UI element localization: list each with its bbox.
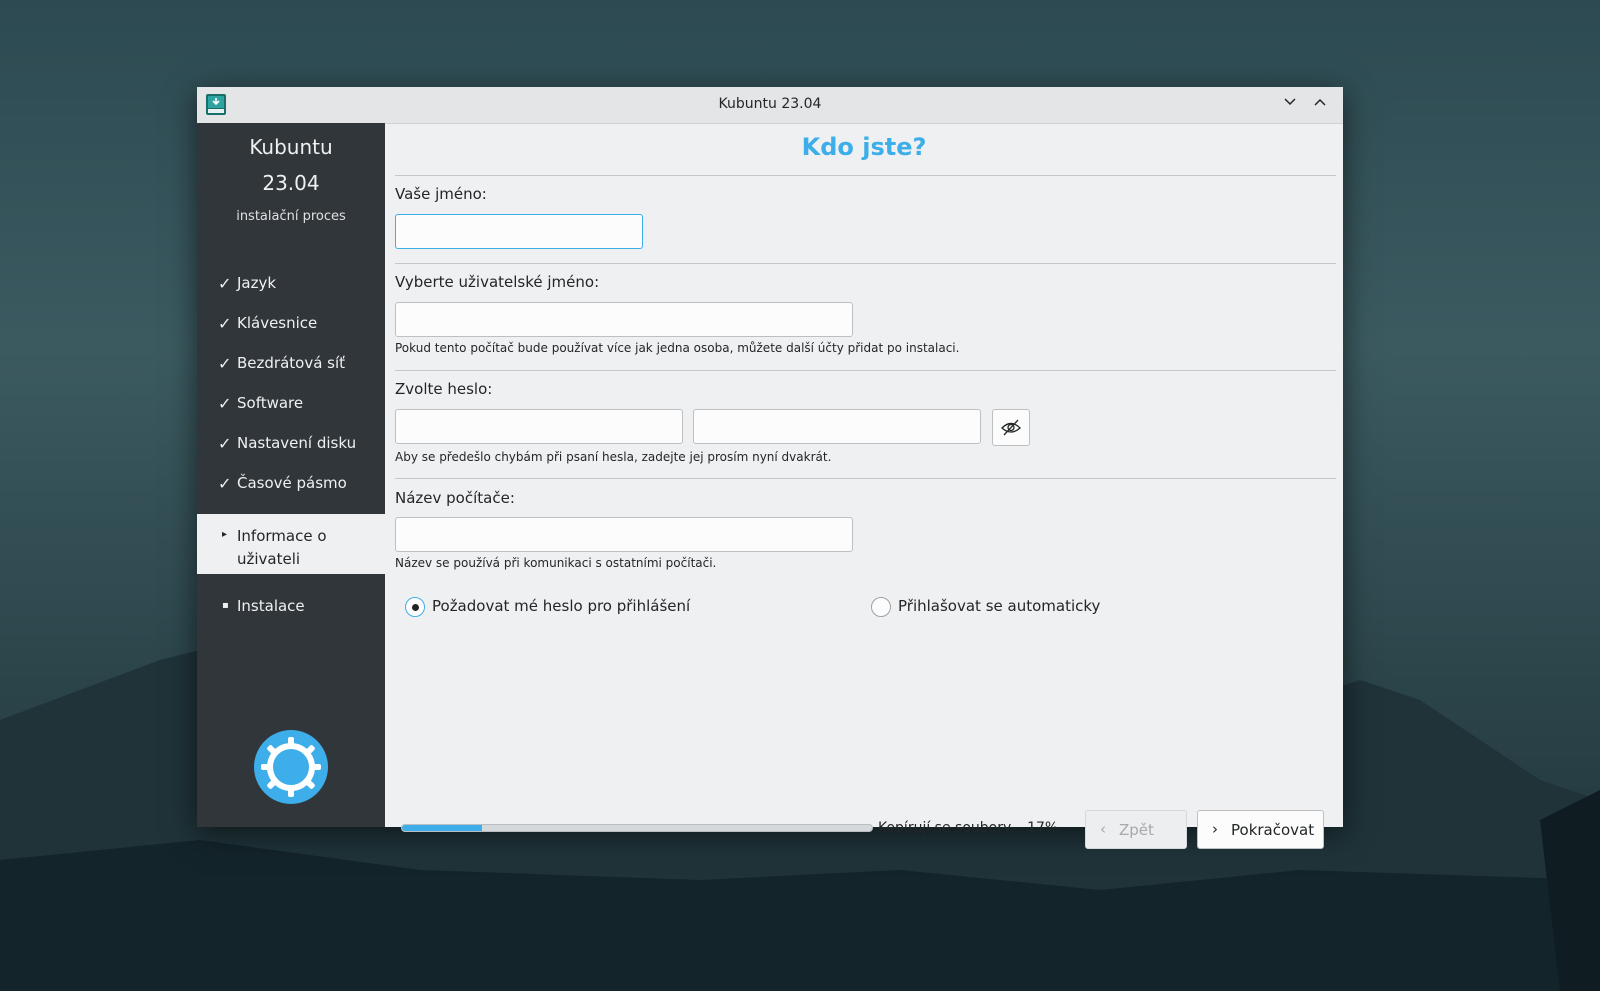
name-label: Vaše jméno: [395,185,487,203]
step-label: Instalace [237,597,305,615]
username-field[interactable] [395,302,853,337]
check-icon: ✓ [218,354,232,373]
password-confirm-field[interactable] [693,409,981,444]
divider [395,370,1336,371]
back-button-label: Zpět [1119,821,1154,839]
hostname-hint: Název se používá při komunikaci s ostatn… [395,556,717,570]
installer-window: Kubuntu 23.04 Kubuntu 23.04 instalační p… [197,87,1343,849]
check-icon: ✓ [218,394,232,413]
step-label: Nastavení disku [237,434,357,452]
password-label: Zvolte heslo: [395,380,493,398]
sidebar-version: 23.04 [262,171,320,195]
page-heading: Kdo jste? [801,133,927,161]
step-label: Jazyk [237,274,277,292]
hostname-label: Název počítače: [395,489,515,507]
sidebar-subtitle: instalační proces [236,209,346,224]
chevron-down-icon [1284,98,1296,106]
step-klavesnice: ✓ Klávesnice [197,304,385,344]
check-icon: ✓ [218,274,232,293]
step-instalace: ▪ Instalace [197,587,385,627]
divider [395,175,1336,176]
auto-login-radio[interactable] [871,597,891,617]
password-confirm-input[interactable] [694,410,980,443]
back-button[interactable]: ‹ Zpět [1085,810,1187,849]
check-icon: ✓ [218,434,232,453]
kubuntu-logo [254,730,328,804]
show-password-button[interactable] [992,409,1030,446]
step-nastaveni-disku: ✓ Nastavení disku [197,424,385,464]
chevron-left-icon: ‹ [1100,820,1106,838]
progress-sidebar: Kubuntu 23.04 instalační proces ✓ Jazyk … [197,123,385,827]
continue-button[interactable]: › Pokračovat [1197,810,1324,849]
step-label: Časové pásmo [237,474,347,492]
step-jazyk: ✓ Jazyk [197,264,385,304]
auto-login-label[interactable]: Přihlašovat se automaticky [898,597,1100,615]
minimize-button[interactable] [1280,95,1300,115]
bullet-icon: ▪ [222,600,229,611]
username-hint: Pokud tento počítač bude používat více j… [395,341,960,355]
chevron-right-icon: › [1212,820,1218,838]
step-label: Software [237,394,304,412]
step-label: Informace o uživateli [237,527,327,568]
install-progress-fill [402,825,482,831]
step-casove-pasmo: ✓ Časové pásmo [197,464,385,504]
require-password-label[interactable]: Požadovat mé heslo pro přihlášení [432,597,690,615]
check-icon: ✓ [218,314,232,333]
name-field[interactable] [395,214,643,249]
divider [395,478,1336,479]
password-field[interactable] [395,409,683,444]
install-progress-bar [401,824,873,832]
name-input[interactable] [396,215,642,248]
user-info-page: Kdo jste? Vaše jméno: Vyberte uživatelsk… [385,123,1343,849]
step-label: Klávesnice [237,314,318,332]
chevron-up-icon [1314,98,1326,106]
sidebar-brand: Kubuntu [249,135,333,159]
eye-slash-icon [1001,419,1021,436]
check-icon: ✓ [218,474,232,493]
hostname-field[interactable] [395,517,853,552]
install-status: Kopírují se soubory... 17% [878,820,1059,836]
title-bar[interactable]: Kubuntu 23.04 [197,87,1343,124]
step-bezdratova-sit: ✓ Bezdrátová síť [197,344,385,384]
password-hint: Aby se předešlo chybám při psaní hesla, … [395,450,832,464]
window-title: Kubuntu 23.04 [718,96,822,112]
hostname-input[interactable] [396,518,852,551]
continue-button-label: Pokračovat [1231,821,1315,839]
step-informace-o-uzivateli: ▸ Informace o uživateli [197,514,385,574]
divider [395,263,1336,264]
step-label: Bezdrátová síť [237,354,346,372]
password-input[interactable] [396,410,682,443]
bullet-icon: ▸ [222,529,228,540]
username-input[interactable] [396,303,852,336]
require-password-radio[interactable] [405,597,425,617]
maximize-button[interactable] [1310,95,1330,115]
username-label: Vyberte uživatelské jméno: [395,273,600,291]
step-software: ✓ Software [197,384,385,424]
